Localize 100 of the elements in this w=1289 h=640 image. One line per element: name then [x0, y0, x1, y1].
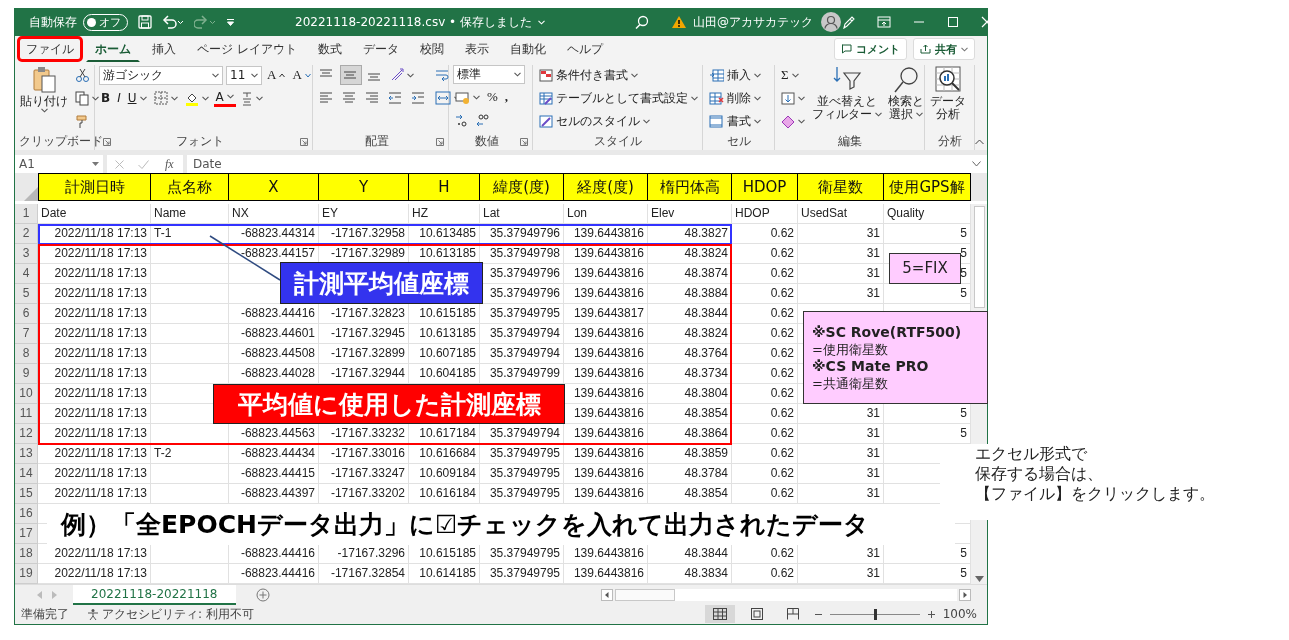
- group-label: セル: [726, 133, 751, 150]
- zoom-level[interactable]: 100%: [942, 607, 977, 621]
- group-label: スタイル: [593, 133, 642, 150]
- table-cell: EY: [319, 204, 409, 224]
- share-button[interactable]: 共有: [913, 38, 975, 60]
- sort-filter-button[interactable]: 並べ替えと フィルター: [811, 65, 883, 133]
- table-cell: 0.62: [732, 244, 798, 264]
- row-number[interactable]: 6: [15, 304, 38, 324]
- grow-font-button[interactable]: A: [265, 65, 288, 85]
- formula-field[interactable]: Date: [187, 155, 987, 173]
- autosum-button[interactable]: Σ: [779, 65, 807, 85]
- shrink-font-button[interactable]: A: [290, 65, 313, 85]
- row-number[interactable]: 16: [15, 504, 38, 524]
- row-number[interactable]: 15: [15, 484, 38, 504]
- row-number[interactable]: 11: [15, 404, 38, 424]
- table-cell: -17167.33247: [319, 464, 409, 484]
- row-number[interactable]: 1: [15, 204, 38, 224]
- table-cell: 31: [798, 464, 884, 484]
- format-as-table-button[interactable]: テーブルとして書式設定: [537, 88, 700, 108]
- row-number[interactable]: 18: [15, 544, 38, 564]
- paste-button[interactable]: 貼り付け: [19, 65, 69, 133]
- italic-button[interactable]: I: [115, 88, 123, 108]
- ribbon-tab[interactable]: 表示: [455, 36, 498, 62]
- header-label: 楕円体高: [648, 173, 732, 201]
- ribbon-tab[interactable]: ヘルプ: [557, 36, 612, 62]
- document-title: 20221118-20221118.csv • 保存しました: [295, 13, 532, 31]
- comment-button[interactable]: コメント: [834, 38, 907, 60]
- table-cell: -68823.44601: [229, 324, 319, 344]
- group-label: 分析: [937, 133, 962, 150]
- header-label: 経度(度): [564, 173, 648, 201]
- ribbon-tab[interactable]: ページ レイアウト: [188, 36, 306, 62]
- callout-label: 平均値に使用した計測座標: [213, 384, 565, 424]
- percent-button[interactable]: %: [485, 87, 500, 107]
- table-cell: Elev: [648, 204, 732, 224]
- row-number[interactable]: 13: [15, 444, 38, 464]
- name-box[interactable]: A1: [15, 155, 103, 173]
- table-cell: 48.3884: [648, 284, 732, 304]
- header-label: Y: [319, 173, 409, 201]
- ribbon-tab[interactable]: 挿入: [143, 36, 185, 62]
- table-cell: 139.6443816: [564, 444, 648, 464]
- table-cell: 0.62: [732, 284, 798, 304]
- row-number[interactable]: 3: [15, 244, 38, 264]
- ribbon-tab[interactable]: 校閲: [410, 36, 453, 62]
- table-cell: UsedSat: [798, 204, 884, 224]
- font-color-button[interactable]: A: [213, 89, 236, 107]
- row-number[interactable]: 2: [15, 224, 38, 244]
- insert-function-button[interactable]: fx: [163, 154, 176, 174]
- row-number[interactable]: 8: [15, 344, 38, 364]
- callout-label: 計測平均値座標: [280, 262, 483, 304]
- delete-cells-button[interactable]: 削除: [707, 88, 763, 108]
- row-number[interactable]: 19: [15, 564, 38, 584]
- table-cell: 48.3874: [648, 264, 732, 284]
- note-text: =共通衛星数: [812, 374, 889, 392]
- table-cell: 0.62: [732, 344, 798, 364]
- table-cell: 48.3827: [648, 224, 732, 244]
- table-cell: 31: [798, 424, 884, 444]
- table-cell: 48.3864: [648, 424, 732, 444]
- comma-style-button[interactable]: ,: [502, 87, 511, 107]
- instruction-text: エクセル形式で: [975, 444, 1088, 464]
- analyze-data-button[interactable]: データ 分析: [929, 65, 967, 133]
- insert-cells-button[interactable]: 挿入: [707, 65, 763, 85]
- row-number[interactable]: 10: [15, 384, 38, 404]
- row-number[interactable]: 9: [15, 364, 38, 384]
- ribbon-tab[interactable]: データ: [353, 36, 408, 62]
- row-number[interactable]: 14: [15, 464, 38, 484]
- table-cell: T-2: [151, 444, 229, 464]
- ribbon-tab[interactable]: 数式: [308, 36, 351, 62]
- sheet-tab[interactable]: 20221118-20221118: [73, 584, 236, 605]
- group-label: 編集: [837, 133, 862, 150]
- row-number[interactable]: 5: [15, 284, 38, 304]
- font-size-dropdown[interactable]: 11: [226, 65, 262, 85]
- cell-styles-button[interactable]: セルのスタイル: [537, 111, 700, 131]
- note-text: ※CS Mate PRO: [812, 357, 930, 375]
- number-format-dropdown[interactable]: 標準: [453, 65, 525, 84]
- table-cell: Lon: [564, 204, 648, 224]
- conditional-formatting-button[interactable]: 条件付き書式: [537, 65, 700, 85]
- row-number[interactable]: 7: [15, 324, 38, 344]
- table-cell: 0.62: [732, 384, 798, 404]
- table-cell: 2022/11/18 17:13: [38, 464, 151, 484]
- table-cell: HDOP: [732, 204, 798, 224]
- format-cells-button[interactable]: 書式: [707, 111, 763, 131]
- table-cell: 0.62: [732, 324, 798, 344]
- header-label: 使用GPS解: [884, 173, 971, 201]
- table-cell: 2022/11/18 17:13: [38, 404, 151, 424]
- bold-button[interactable]: B: [99, 88, 113, 108]
- row-number[interactable]: 12: [15, 424, 38, 444]
- row-number[interactable]: 4: [15, 264, 38, 284]
- table-cell: 48.3734: [648, 364, 732, 384]
- table-cell: 2022/11/18 17:13: [38, 244, 151, 264]
- table-cell: 0.62: [732, 444, 798, 464]
- user-name: 山田@アカサカテック: [692, 13, 813, 31]
- ribbon-tab[interactable]: ファイル: [17, 36, 83, 62]
- ribbon-tab[interactable]: 自動化: [500, 36, 555, 62]
- table-cell: NX: [229, 204, 319, 224]
- font-name-dropdown[interactable]: 游ゴシック: [99, 65, 223, 85]
- underline-button[interactable]: U: [125, 88, 149, 108]
- group-label: フォント: [175, 133, 224, 150]
- ribbon-tab[interactable]: ホーム: [86, 36, 140, 62]
- find-select-button[interactable]: 検索と 選択: [887, 65, 925, 133]
- row-number[interactable]: 17: [15, 524, 38, 544]
